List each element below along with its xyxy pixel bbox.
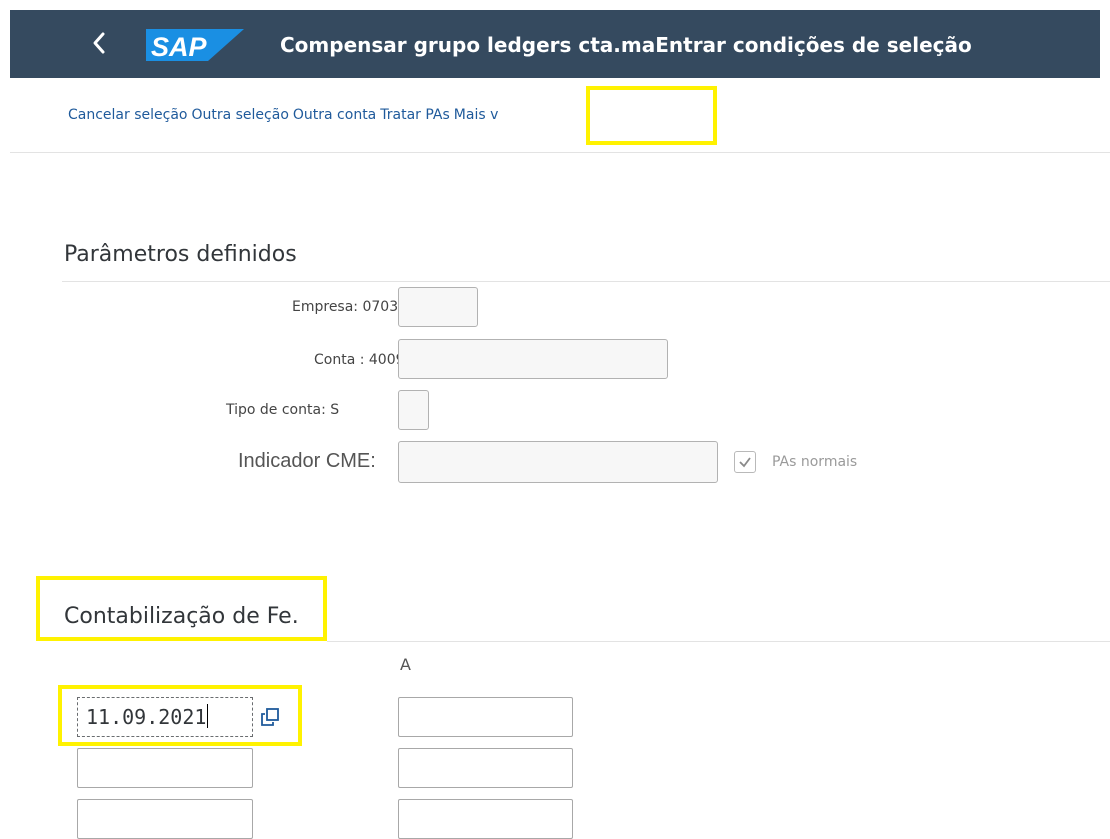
sap-logo: SAP — [146, 29, 244, 62]
value-help-button[interactable] — [253, 699, 287, 735]
other-account-button[interactable]: Outra conta — [293, 107, 376, 123]
value-help-icon — [261, 708, 279, 726]
special-gl-indicator-field[interactable] — [398, 441, 718, 483]
to-column-header: A — [400, 655, 411, 674]
section-divider — [327, 641, 1110, 642]
normal-items-checkbox[interactable] — [734, 451, 756, 473]
posting-date-from-field-1[interactable]: 11.09.2021 — [77, 697, 253, 737]
company-label: Empresa: 0703 — [292, 299, 399, 315]
posting-date-to-field-3[interactable] — [398, 799, 573, 839]
logo-text: SAP — [151, 32, 208, 61]
section-title-posting-date: Contabilização de Fe. — [64, 604, 299, 629]
process-open-items-button[interactable]: Tratar PAs — [380, 107, 450, 123]
page-title: Compensar grupo ledgers cta.maEntrar con… — [280, 33, 972, 57]
back-button[interactable] — [84, 24, 114, 62]
special-gl-indicator-label: Indicador CME: — [238, 450, 376, 472]
text-caret — [207, 704, 209, 728]
other-selection-button[interactable]: Outra seleção — [191, 107, 288, 123]
date-value: 11.09.2021 — [86, 705, 207, 729]
company-field — [398, 287, 478, 327]
checkmark-icon — [739, 457, 751, 468]
account-field — [398, 339, 668, 379]
normal-items-label: PAs normais — [772, 454, 858, 470]
more-button[interactable]: Mais v — [454, 107, 499, 123]
posting-date-from-field-2[interactable] — [77, 748, 253, 788]
cancel-selection-button[interactable]: Cancelar seleção — [68, 107, 187, 123]
action-toolbar: Cancelar seleção Outra seleção Outra con… — [68, 104, 502, 126]
chevron-left-icon — [93, 32, 105, 54]
toolbar-divider — [10, 152, 1110, 153]
section-title-parameters: Parâmetros definidos — [64, 242, 297, 267]
section-divider — [62, 281, 1110, 282]
posting-date-to-field-1[interactable] — [398, 697, 573, 737]
account-type-field — [398, 390, 429, 430]
posting-date-from-field-3[interactable] — [77, 799, 253, 839]
account-type-label: Tipo de conta: S — [226, 402, 340, 418]
posting-date-to-field-2[interactable] — [398, 748, 573, 788]
highlight-box-toolbar — [586, 86, 717, 145]
shell-bar: SAP Compensar grupo ledgers cta.maEntrar… — [10, 10, 1100, 78]
